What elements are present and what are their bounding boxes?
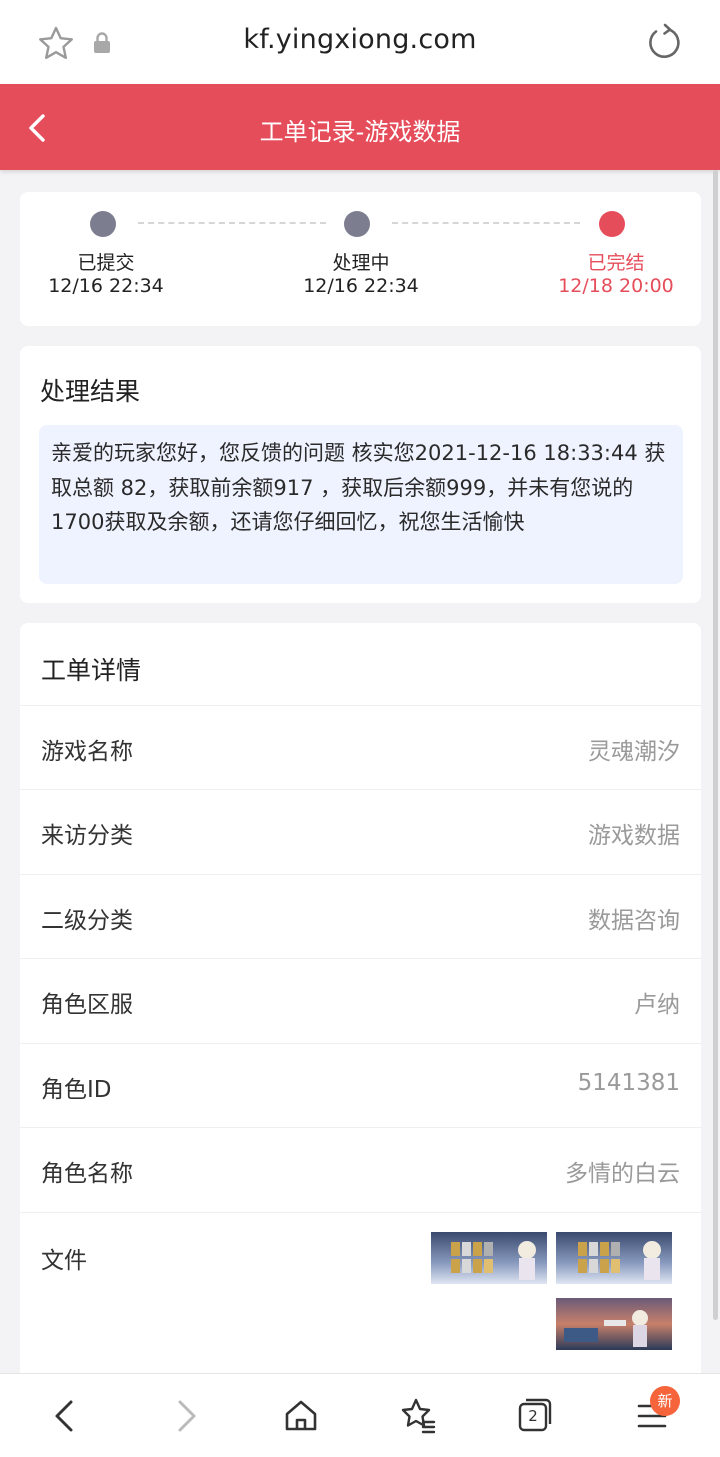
details-title: 工单详情	[41, 656, 142, 685]
step-dot-completed	[599, 211, 625, 237]
row-label: 二级分类	[41, 908, 133, 934]
step-label-processing: 处理中	[332, 252, 390, 274]
step-label-completed: 已完结	[587, 252, 645, 274]
result-card: 处理结果 亲爱的玩家您好，您反馈的问题 核实您2021-12-16 18:33:…	[20, 346, 701, 603]
reload-icon[interactable]	[644, 22, 684, 62]
row-label: 游戏名称	[41, 739, 133, 765]
row-value: 卢纳	[634, 992, 680, 1018]
detail-row-files: 文件	[20, 1212, 701, 1393]
step-connector	[138, 222, 326, 224]
tabs-count: 2	[528, 1407, 538, 1425]
row-label: 角色名称	[41, 1161, 133, 1187]
result-title: 处理结果	[40, 377, 141, 406]
tabs-button[interactable]: 2	[513, 1394, 557, 1438]
row-label: 角色ID	[41, 1077, 112, 1103]
step-dot-processing	[344, 211, 370, 237]
detail-row-server: 角色区服 卢纳	[20, 958, 701, 1042]
step-time-processing: 12/16 22:34	[303, 275, 419, 297]
files-label: 文件	[41, 1248, 87, 1274]
progress-card: 已提交 12/16 22:34 处理中 12/16 22:34 已完结 12/1…	[20, 192, 701, 326]
result-message: 亲爱的玩家您好，您反馈的问题 核实您2021-12-16 18:33:44 获取…	[39, 425, 683, 584]
detail-row-sub-category: 二级分类 数据咨询	[20, 874, 701, 958]
row-label: 角色区服	[41, 992, 133, 1018]
file-thumbnail[interactable]	[431, 1232, 547, 1284]
step-label-submitted: 已提交	[77, 252, 135, 274]
menu-new-badge: 新	[650, 1386, 680, 1416]
row-label: 来访分类	[41, 823, 133, 849]
browser-bottom-bar: 2 新	[0, 1373, 720, 1457]
page-title: 工单记录-游戏数据	[259, 118, 461, 146]
step-time-completed: 12/18 20:00	[558, 275, 674, 297]
address-url[interactable]: kf.yingxiong.com	[0, 24, 720, 55]
row-value: 数据咨询	[588, 908, 680, 934]
detail-row-role-name: 角色名称 多情的白云	[20, 1127, 701, 1211]
step-time-submitted: 12/16 22:34	[48, 275, 164, 297]
file-thumbnail[interactable]	[556, 1298, 672, 1350]
page-scrollbar[interactable]	[713, 170, 718, 1320]
bookmarks-icon[interactable]	[396, 1394, 440, 1438]
ticket-details-card: 工单详情 游戏名称 灵魂潮汐 来访分类 游戏数据 二级分类 数据咨询 角色区服 …	[20, 623, 701, 1393]
row-value: 多情的白云	[565, 1161, 680, 1187]
browser-back-icon[interactable]	[44, 1394, 88, 1438]
row-value: 5141381	[577, 1070, 680, 1096]
step-dot-submitted	[90, 211, 116, 237]
detail-row-game-name: 游戏名称 灵魂潮汐	[20, 705, 701, 789]
file-thumbnail[interactable]	[556, 1232, 672, 1284]
row-value: 灵魂潮汐	[588, 739, 680, 765]
row-value: 游戏数据	[588, 823, 680, 849]
step-connector	[392, 222, 580, 224]
detail-row-role-id: 角色ID 5141381	[20, 1043, 701, 1127]
detail-row-visit-category: 来访分类 游戏数据	[20, 789, 701, 873]
browser-forward-icon[interactable]	[163, 1394, 207, 1438]
browser-address-bar: kf.yingxiong.com	[0, 0, 720, 84]
home-icon[interactable]	[279, 1394, 323, 1438]
page-header: 工单记录-游戏数据	[0, 84, 720, 170]
